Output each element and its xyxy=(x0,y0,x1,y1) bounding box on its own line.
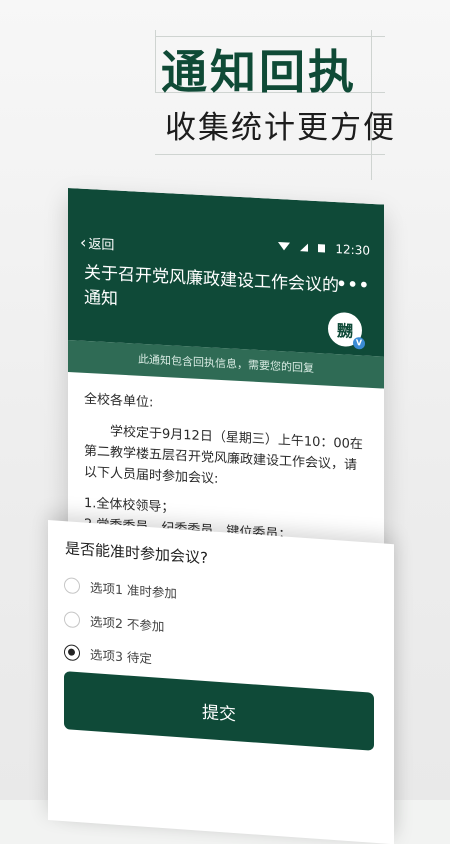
avatar[interactable]: 嬲 V xyxy=(326,309,365,350)
promo-subtitle: 收集统计更方便 xyxy=(165,110,396,146)
status-bar: 12:30 xyxy=(278,239,370,258)
chevron-left-icon: ‹ xyxy=(80,232,87,252)
more-options-icon[interactable]: ••• xyxy=(336,274,370,295)
option-label: 选项3 待定 xyxy=(90,646,152,667)
notice-paragraph: 学校定于9月12日（星期三）上午10：00在第二教学楼五层召开党风廉政建设工作会… xyxy=(84,424,363,487)
radio-button-selected[interactable] xyxy=(64,643,80,661)
notice-title: 关于召开党风廉政建设工作会议的通知 xyxy=(84,262,339,310)
signal-icon xyxy=(300,243,309,252)
promo-title: 通知回执 xyxy=(161,45,357,99)
app-header: ‹ 返回 12:30 ••• 关于召开党风廉政建设工作会议的通知 嬲 V xyxy=(68,188,384,357)
verified-badge-icon: V xyxy=(353,336,365,350)
option-1[interactable]: 选项1 准时参加 xyxy=(64,575,177,602)
notice-greeting: 全校各单位: xyxy=(84,391,154,411)
wifi-icon xyxy=(278,242,291,251)
status-time: 12:30 xyxy=(335,242,370,258)
form-question: 是否能准时参加会议? xyxy=(65,539,208,568)
radio-button[interactable] xyxy=(64,610,80,628)
option-3[interactable]: 选项3 待定 xyxy=(64,642,152,667)
receipt-form: 是否能准时参加会议? 选项1 准时参加 选项2 不参加 选项3 待定 提交 xyxy=(48,520,394,844)
back-button[interactable]: ‹ 返回 xyxy=(80,232,115,254)
avatar-text: 嬲 xyxy=(336,321,353,341)
radio-button[interactable] xyxy=(64,576,80,594)
promo-headline: 通知回执 收集统计更方便 xyxy=(155,30,394,180)
option-label: 选项2 不参加 xyxy=(90,613,165,635)
battery-icon xyxy=(318,244,326,253)
submit-button[interactable]: 提交 xyxy=(64,671,374,751)
option-label: 选项1 准时参加 xyxy=(90,579,177,602)
back-label: 返回 xyxy=(88,237,115,254)
option-2[interactable]: 选项2 不参加 xyxy=(64,609,164,635)
